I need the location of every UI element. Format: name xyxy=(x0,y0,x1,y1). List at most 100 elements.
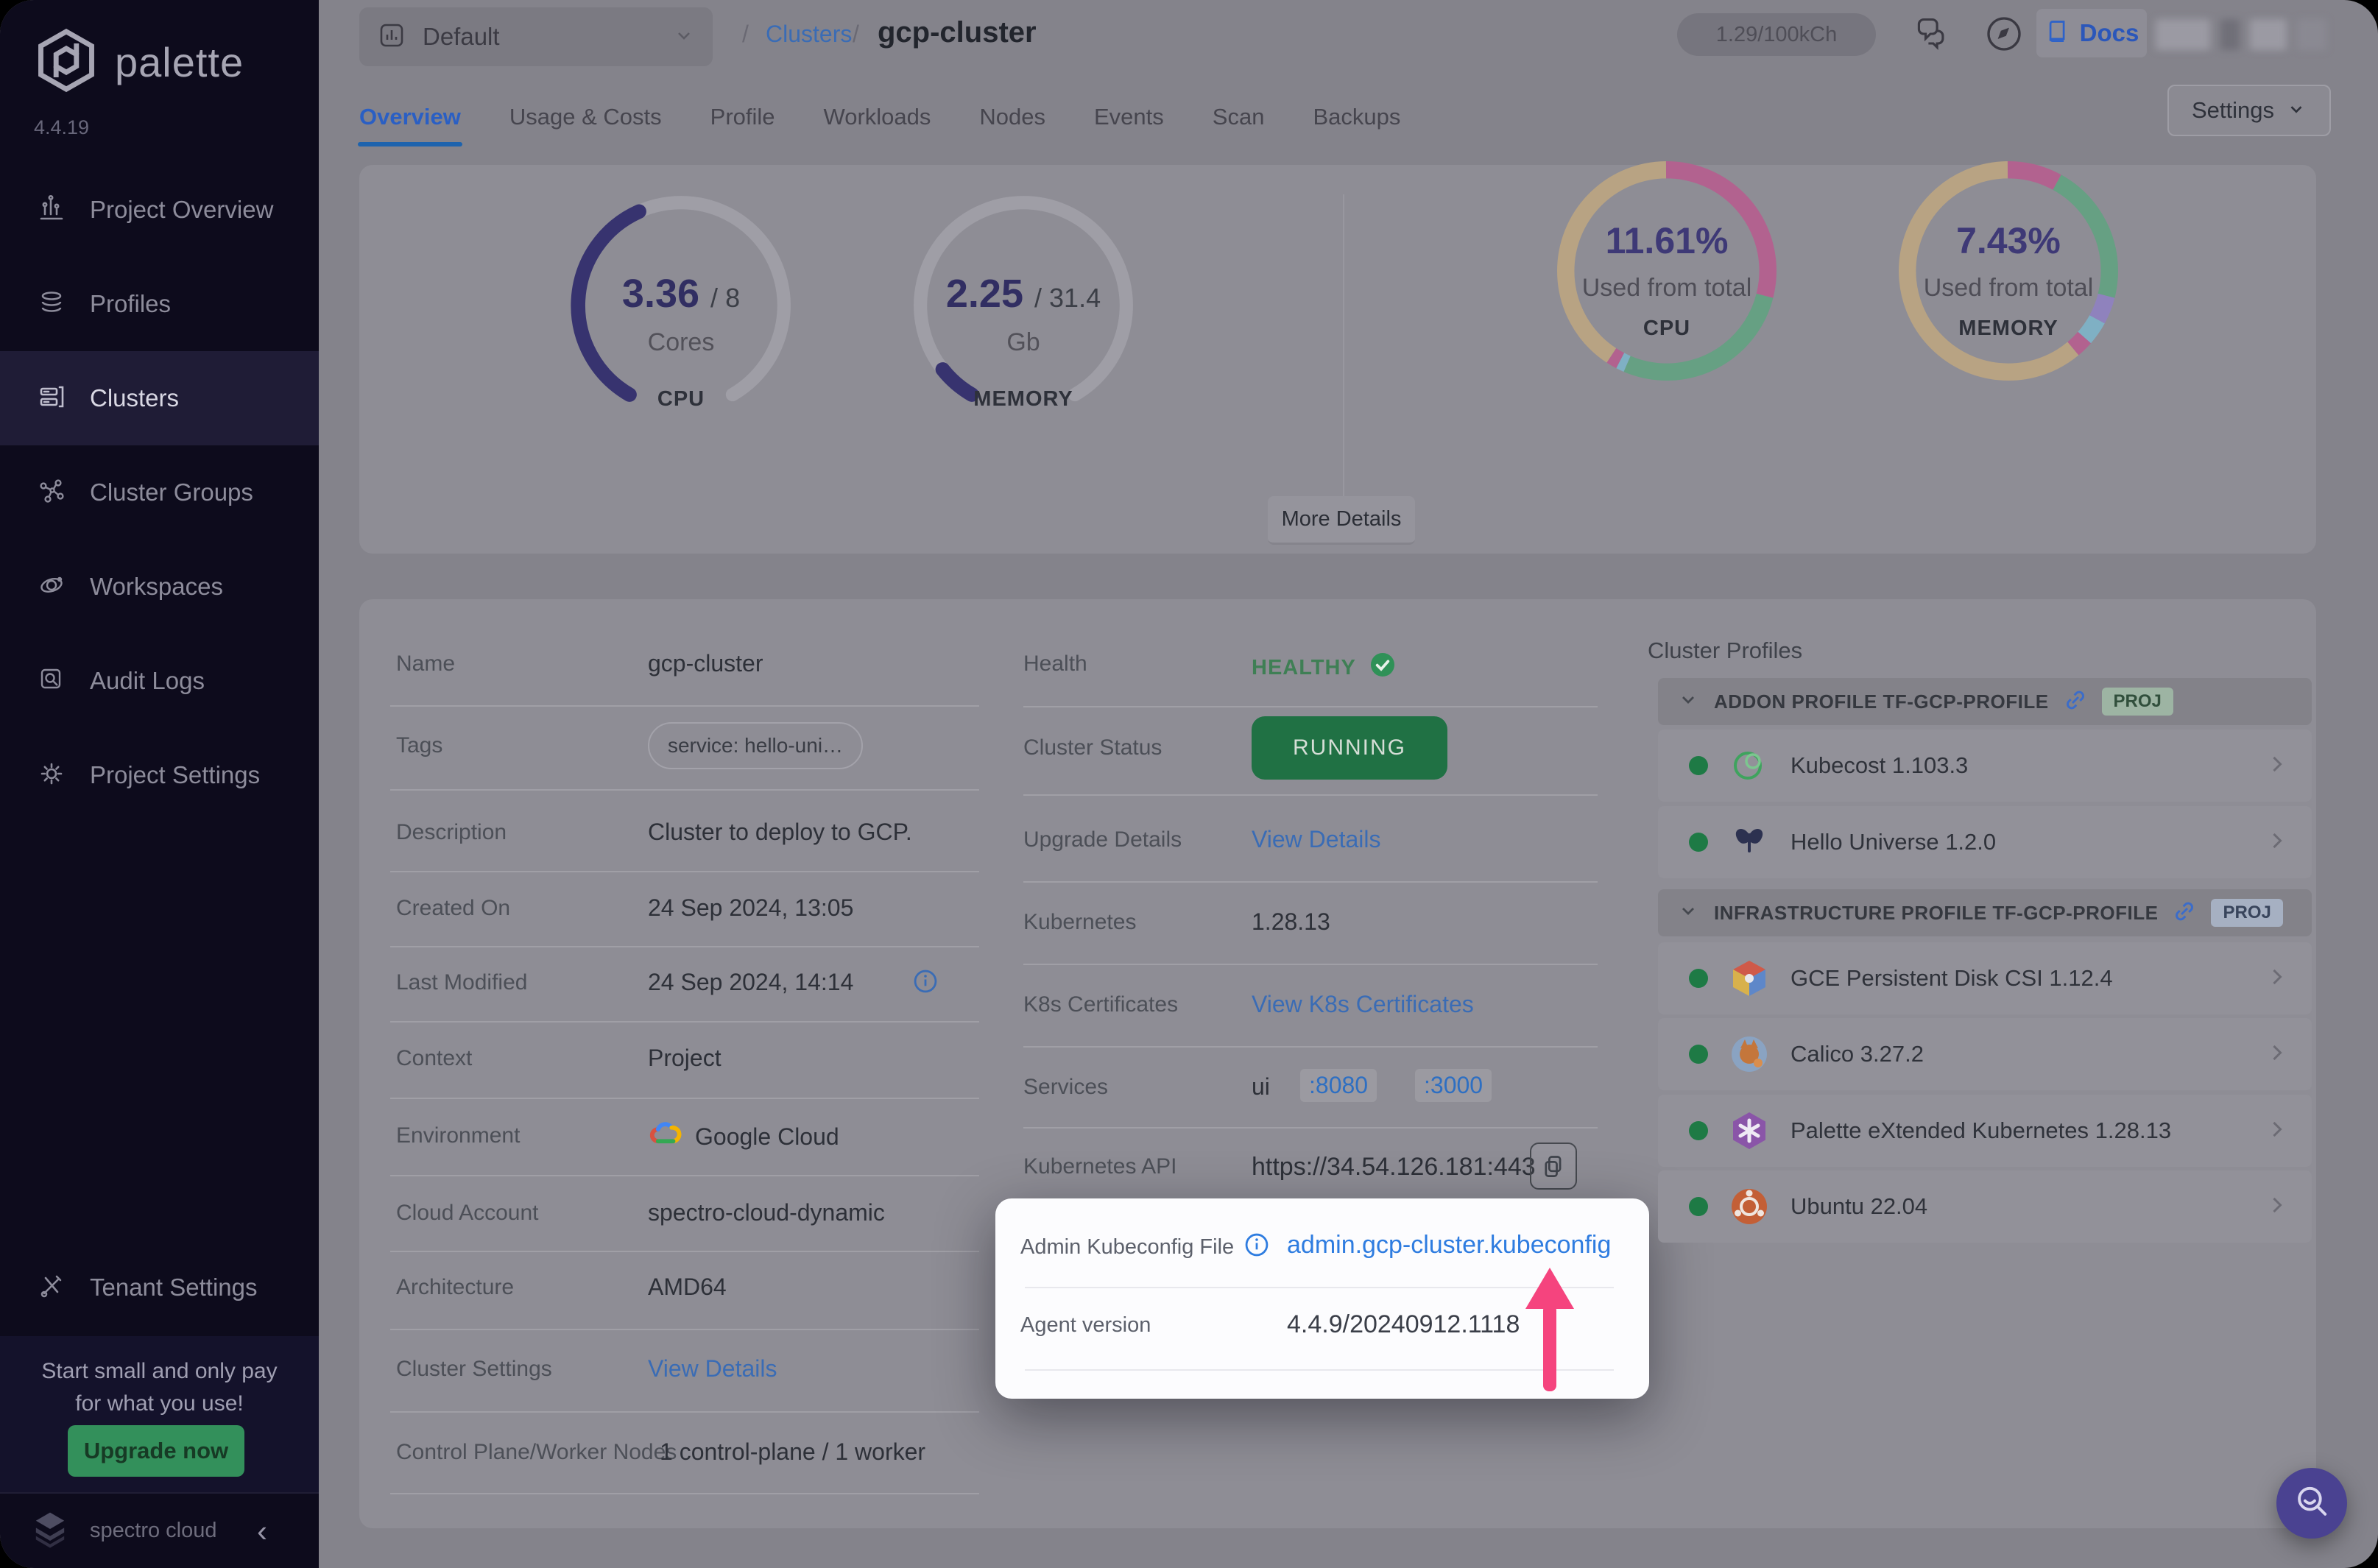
sidebar-collapse-chevron[interactable]: ‹ xyxy=(257,1516,267,1547)
tab-usage-costs[interactable]: Usage & Costs xyxy=(509,104,662,130)
sidebar-footer: spectro cloud ‹ xyxy=(0,1492,319,1568)
brand: palette xyxy=(32,27,244,98)
addon-profile-section-header[interactable]: ADDON PROFILE TF-GCP-PROFILE PROJ xyxy=(1658,678,2312,725)
health-label: Health xyxy=(1023,651,1087,677)
pack-name: Calico 3.27.2 xyxy=(1790,1041,1924,1067)
link-icon xyxy=(2064,688,2087,716)
spectro-cloud-logo-icon xyxy=(27,1505,74,1556)
service-port-link[interactable]: :8080 xyxy=(1300,1069,1377,1102)
sidebar: palette 4.4.19 Project Overview Profiles… xyxy=(0,0,319,1568)
profile-pack-row-ubuntu[interactable]: Ubuntu 22.04 xyxy=(1658,1170,2312,1243)
sidebar-item-clusters[interactable]: Clusters xyxy=(0,351,319,445)
settings-label: Settings xyxy=(2192,97,2274,124)
section-name: ADDON PROFILE TF-GCP-PROFILE xyxy=(1714,691,2049,713)
infrastructure-profile-section-header[interactable]: INFRASTRUCTURE PROFILE TF-GCP-PROFILE PR… xyxy=(1658,889,2312,936)
chat-icon[interactable] xyxy=(1911,15,1950,57)
tab-backups[interactable]: Backups xyxy=(1313,104,1400,130)
profile-pack-row-hello-universe[interactable]: Hello Universe 1.2.0 xyxy=(1658,806,2312,878)
cpu-donut: 11.61% Used from total CPU xyxy=(1552,156,1782,386)
pink-arrow-annotation xyxy=(1524,1268,1576,1396)
profile-pack-row-palette-extended-k8s[interactable]: Palette eXtended Kubernetes 1.28.13 xyxy=(1658,1095,2312,1167)
breadcrumb-separator: / xyxy=(742,21,749,48)
tab-overview[interactable]: Overview xyxy=(359,104,461,130)
k8s-certificates-label: K8s Certificates xyxy=(1023,992,1178,1017)
book-icon xyxy=(2044,18,2071,49)
memory-donut: 7.43% Used from total MEMORY xyxy=(1894,156,2123,386)
sidebar-item-label: Profiles xyxy=(90,290,171,318)
info-icon[interactable] xyxy=(1243,1231,1271,1262)
breadcrumb-link-clusters[interactable]: Clusters xyxy=(766,21,852,48)
check-circle-icon xyxy=(1368,650,1397,685)
bar-chart-icon xyxy=(37,194,66,227)
cluster-settings-view-details-link[interactable]: View Details xyxy=(648,1355,777,1382)
search-smile-icon xyxy=(2293,1483,2331,1525)
orbit-icon xyxy=(37,571,66,604)
hello-universe-icon xyxy=(1729,822,1770,863)
memory-gauge-title: MEMORY xyxy=(902,387,1145,412)
kubernetes-api-label: Kubernetes API xyxy=(1023,1154,1176,1179)
screenshot-stage: palette 4.4.19 Project Overview Profiles… xyxy=(0,0,2378,1568)
more-details-button[interactable]: More Details xyxy=(1268,496,1415,545)
tools-icon xyxy=(37,1271,66,1304)
clusters-icon xyxy=(37,382,66,415)
sidebar-item-tenant-settings[interactable]: Tenant Settings xyxy=(0,1240,319,1335)
chevron-down-icon xyxy=(1677,900,1699,926)
tab-scan[interactable]: Scan xyxy=(1213,104,1265,130)
tab-events[interactable]: Events xyxy=(1094,104,1164,130)
environment-value: Google Cloud xyxy=(695,1123,839,1151)
service-port-link[interactable]: :3000 xyxy=(1415,1069,1492,1102)
promo-line2: for what you use! xyxy=(0,1388,319,1420)
compass-icon[interactable] xyxy=(1983,13,2025,58)
profile-pack-row-gce-disk[interactable]: GCE Persistent Disk CSI 1.12.4 xyxy=(1658,942,2312,1014)
upgrade-view-details-link[interactable]: View Details xyxy=(1252,826,1380,853)
sidebar-item-cluster-groups[interactable]: Cluster Groups xyxy=(0,445,319,540)
status-dot xyxy=(1689,1197,1708,1216)
sidebar-item-profiles[interactable]: Profiles xyxy=(0,257,319,351)
pack-name: Hello Universe 1.2.0 xyxy=(1790,829,1996,855)
profile-pack-row-calico[interactable]: Calico 3.27.2 xyxy=(1658,1018,2312,1090)
project-selector-label: Default xyxy=(423,23,500,51)
status-dot xyxy=(1689,1121,1708,1140)
sidebar-item-project-overview[interactable]: Project Overview xyxy=(0,163,319,257)
status-dot xyxy=(1689,833,1708,852)
upgrade-now-button[interactable]: Upgrade now xyxy=(68,1425,244,1477)
sidebar-item-audit-logs[interactable]: Audit Logs xyxy=(0,634,319,728)
kubernetes-version-value: 1.28.13 xyxy=(1252,908,1330,936)
sidebar-item-workspaces[interactable]: Workspaces xyxy=(0,540,319,634)
tab-profile[interactable]: Profile xyxy=(710,104,775,130)
chevron-down-icon xyxy=(1677,689,1699,715)
last-modified-label: Last Modified xyxy=(396,970,527,995)
project-chart-icon xyxy=(377,21,406,54)
project-selector[interactable]: Default xyxy=(359,7,713,66)
sidebar-item-label: Workspaces xyxy=(90,573,223,601)
tab-workloads[interactable]: Workloads xyxy=(824,104,931,130)
scope-badge: PROJ xyxy=(2211,899,2282,927)
health-value: HEALTHY xyxy=(1252,650,1397,685)
info-icon[interactable] xyxy=(911,967,939,999)
profile-pack-row-kubecost[interactable]: Kubecost 1.103.3 xyxy=(1658,730,2312,802)
admin-kubeconfig-link[interactable]: admin.gcp-cluster.kubeconfig xyxy=(1287,1231,1611,1260)
link-icon xyxy=(2173,900,2196,927)
chevron-down-icon xyxy=(2286,99,2307,123)
network-icon xyxy=(37,476,66,509)
chevron-right-icon xyxy=(2265,1117,2290,1145)
memory-gauge: 2.25 / 31.4 Gb MEMORY xyxy=(902,184,1145,427)
app-window: palette 4.4.19 Project Overview Profiles… xyxy=(0,0,2378,1568)
section-name: INFRASTRUCTURE PROFILE TF-GCP-PROFILE xyxy=(1714,902,2158,925)
sidebar-item-label: Tenant Settings xyxy=(90,1274,258,1302)
tab-nodes[interactable]: Nodes xyxy=(979,104,1045,130)
memory-gauge-value: 2.25 / 31.4 xyxy=(902,271,1145,317)
settings-button[interactable]: Settings xyxy=(2167,85,2331,136)
docs-label: Docs xyxy=(2080,19,2139,47)
nodes-value: 1 control-plane / 1 worker xyxy=(660,1438,925,1466)
sidebar-item-label: Clusters xyxy=(90,384,179,412)
redacted-user-name xyxy=(2156,19,2326,50)
docs-button[interactable]: Docs xyxy=(2036,9,2147,57)
search-assistant-fab[interactable] xyxy=(2276,1468,2347,1539)
memory-gauge-unit: Gb xyxy=(902,328,1145,357)
copy-icon[interactable] xyxy=(1530,1143,1577,1190)
audit-search-icon xyxy=(37,665,66,698)
view-k8s-certificates-link[interactable]: View K8s Certificates xyxy=(1252,991,1474,1018)
pack-name: Kubecost 1.103.3 xyxy=(1790,752,1968,779)
sidebar-item-project-settings[interactable]: Project Settings xyxy=(0,728,319,822)
